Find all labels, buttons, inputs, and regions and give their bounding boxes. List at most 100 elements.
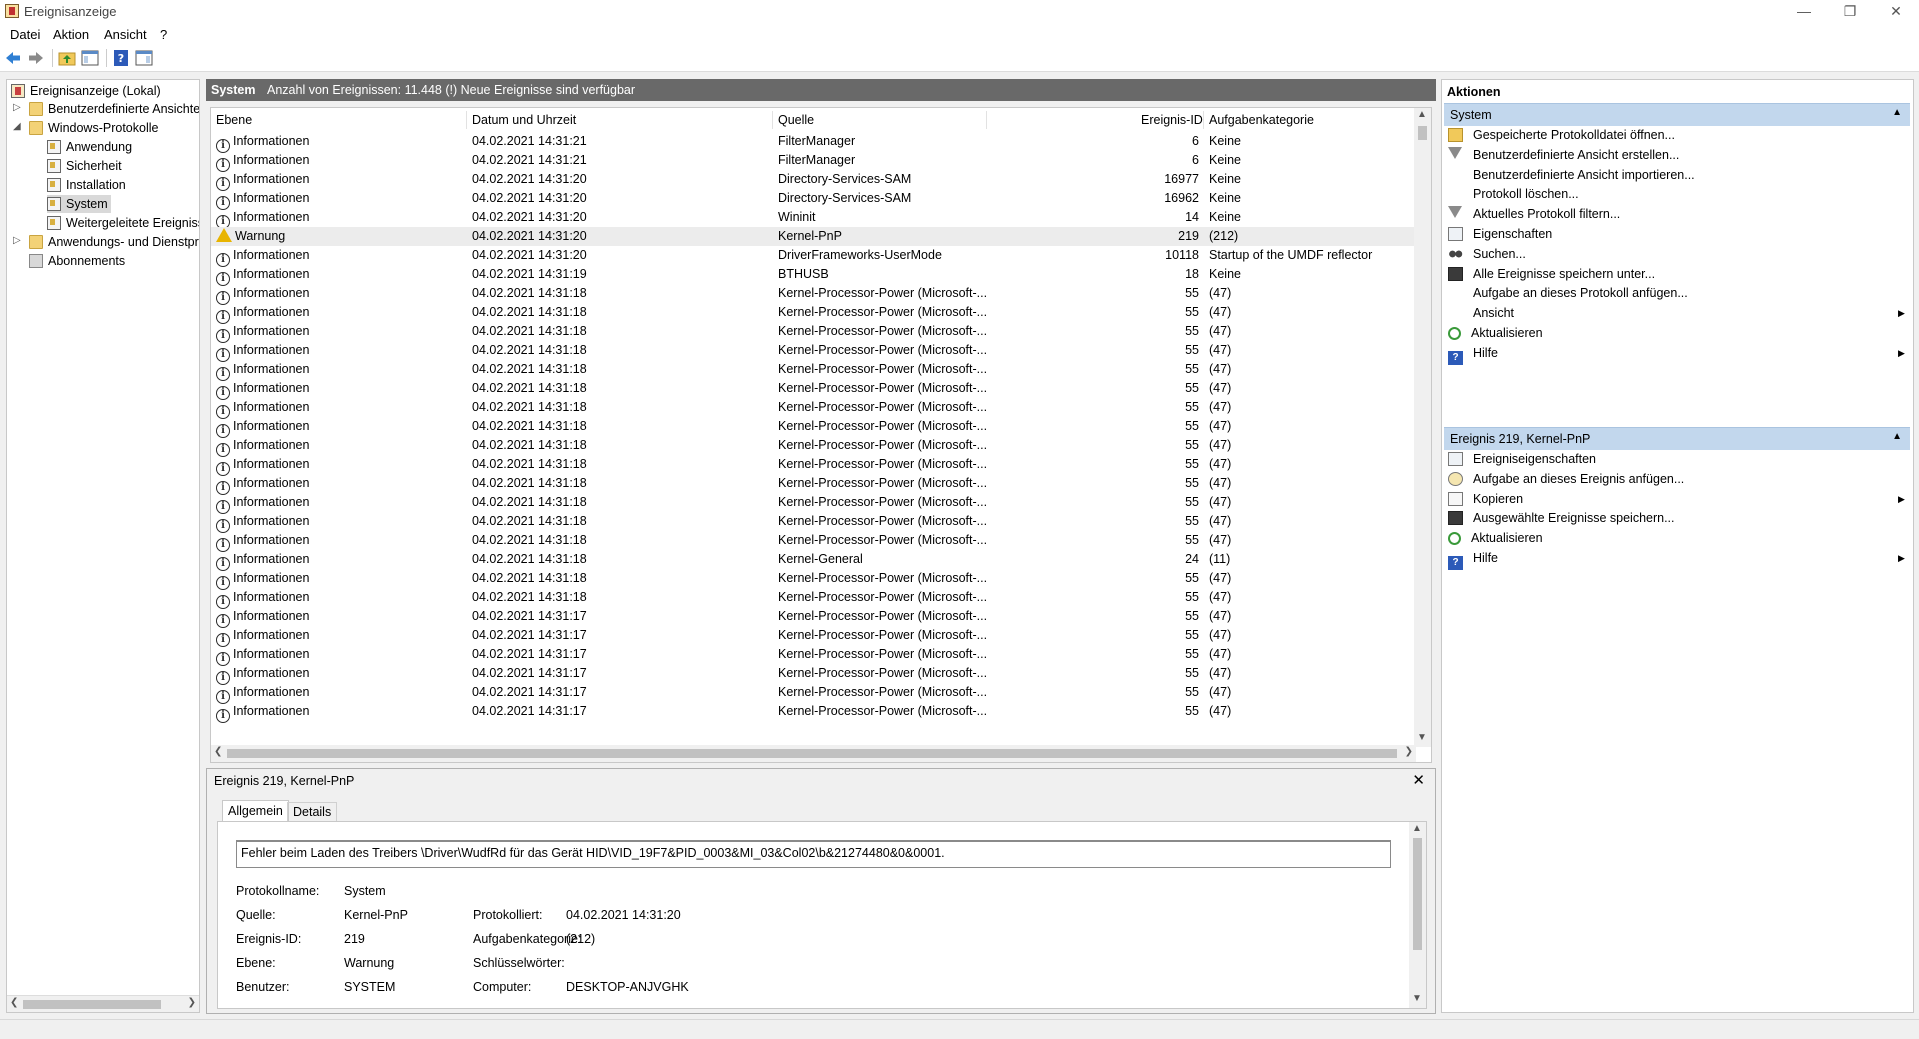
column-header-ebene[interactable]: Ebene xyxy=(216,113,252,127)
column-header-ereignis-id[interactable]: Ereignis-ID xyxy=(1141,113,1203,127)
table-row[interactable]: i Informationen 04.02.2021 14:31:18 Kernel-… xyxy=(211,284,1416,305)
action-item[interactable]: Aktualisieren xyxy=(1448,528,1543,548)
action-item[interactable]: Aufgabe an dieses Ereignis anfügen... xyxy=(1448,469,1684,489)
action-item[interactable]: Ansicht ▶ xyxy=(1448,303,1905,323)
menu-ansicht[interactable]: Ansicht xyxy=(104,27,147,42)
action-item[interactable]: Alle Ereignisse speichern unter... xyxy=(1448,264,1655,284)
table-row[interactable]: i Informationen 04.02.2021 14:31:18 Kernel-… xyxy=(211,417,1416,438)
scroll-left-icon[interactable]: ❮ xyxy=(10,997,18,1008)
table-row[interactable]: i Informationen 04.02.2021 14:31:18 Kernel-… xyxy=(211,360,1416,381)
chevron-right-icon[interactable]: ▷ xyxy=(13,102,21,113)
scroll-down-icon[interactable]: ▼ xyxy=(1412,993,1422,1004)
action-item[interactable]: Benutzerdefinierte Ansicht importieren..… xyxy=(1448,165,1695,185)
table-row[interactable]: Warnung 04.02.2021 14:31:20 Kernel-PnP 219 (… xyxy=(211,227,1416,246)
scrollbar-thumb[interactable] xyxy=(227,749,1397,758)
actions-section-system[interactable]: System ▲ xyxy=(1444,103,1910,126)
tree-item-root[interactable]: Ereignisanzeige (Lokal) xyxy=(11,82,161,100)
table-row[interactable]: i Informationen 04.02.2021 14:31:18 Kernel-… xyxy=(211,341,1416,362)
tree-item-sicherheit[interactable]: Sicherheit xyxy=(47,157,122,175)
restore-button[interactable]: ❐ xyxy=(1827,0,1873,24)
tree-item-subscriptions[interactable]: Abonnements xyxy=(29,252,125,270)
menu-datei[interactable]: Datei xyxy=(10,27,40,42)
action-item[interactable]: Kopieren ▶ xyxy=(1448,489,1905,509)
table-row[interactable]: i Informationen 04.02.2021 14:31:18 Kernel-… xyxy=(211,569,1416,590)
action-item[interactable]: Benutzerdefinierte Ansicht erstellen... xyxy=(1448,145,1679,165)
table-horizontal-scrollbar[interactable]: ❮ ❯ xyxy=(211,745,1416,762)
table-row[interactable]: i Informationen 04.02.2021 14:31:18 Kernel-… xyxy=(211,493,1416,514)
tree-item-app-services-logs[interactable]: Anwendungs- und Dienstprotokolle xyxy=(29,233,199,251)
table-row[interactable]: i Informationen 04.02.2021 14:31:18 Kernel-… xyxy=(211,379,1416,400)
table-row[interactable]: i Informationen 04.02.2021 14:31:18 Kernel-… xyxy=(211,512,1416,533)
action-item[interactable]: Ereigniseigenschaften xyxy=(1448,449,1596,469)
table-row[interactable]: i Informationen 04.02.2021 14:31:17 Kernel-… xyxy=(211,702,1416,723)
close-window-button[interactable]: ✕ xyxy=(1873,0,1919,24)
actions-section-event[interactable]: Ereignis 219, Kernel-PnP ▲ xyxy=(1444,427,1910,450)
column-divider[interactable] xyxy=(986,111,987,129)
help-icon[interactable]: ? xyxy=(112,49,130,67)
action-item[interactable]: Eigenschaften xyxy=(1448,224,1552,244)
action-item[interactable]: Aufgabe an dieses Protokoll anfügen... xyxy=(1448,283,1688,303)
detail-vertical-scrollbar[interactable]: ▲ ▼ xyxy=(1409,822,1426,1008)
action-item[interactable]: Suchen... xyxy=(1448,244,1526,264)
action-item[interactable]: Gespeicherte Protokolldatei öffnen... xyxy=(1448,125,1675,145)
table-row[interactable]: i Informationen 04.02.2021 14:31:18 Kernel-… xyxy=(211,531,1416,552)
table-row[interactable]: i Informationen 04.02.2021 14:31:21 FilterM… xyxy=(211,151,1416,172)
action-item[interactable]: Ausgewählte Ereignisse speichern... xyxy=(1448,508,1675,528)
minimize-button[interactable]: — xyxy=(1781,0,1827,24)
scroll-right-icon[interactable]: ❯ xyxy=(188,997,196,1008)
table-row[interactable]: i Informationen 04.02.2021 14:31:17 Kernel-… xyxy=(211,645,1416,666)
table-row[interactable]: i Informationen 04.02.2021 14:31:18 Kernel-… xyxy=(211,455,1416,476)
event-description[interactable]: Fehler beim Laden des Treibers \Driver\W… xyxy=(236,840,1391,868)
forward-arrow-icon[interactable] xyxy=(27,49,45,67)
action-item[interactable]: ? Hilfe ▶ xyxy=(1448,548,1905,570)
tree-item-forwarded-events[interactable]: Weitergeleitete Ereignisse xyxy=(47,214,199,232)
action-item[interactable]: Aktualisieren xyxy=(1448,323,1543,343)
tree-item-installation[interactable]: Installation xyxy=(47,176,126,194)
scroll-down-icon[interactable]: ▼ xyxy=(1417,732,1427,743)
table-row[interactable]: i Informationen 04.02.2021 14:31:20 Directo… xyxy=(211,170,1416,191)
chevron-down-icon[interactable]: ◢ xyxy=(13,121,21,132)
table-vertical-scrollbar[interactable]: ▲ ▼ xyxy=(1414,108,1431,747)
column-divider[interactable] xyxy=(1203,111,1204,129)
scrollbar-thumb[interactable] xyxy=(23,1000,161,1009)
menu-help[interactable]: ? xyxy=(160,27,167,42)
table-row[interactable]: i Informationen 04.02.2021 14:31:20 DriverF… xyxy=(211,246,1416,267)
action-item[interactable]: Aktuelles Protokoll filtern... xyxy=(1448,204,1620,224)
table-row[interactable]: i Informationen 04.02.2021 14:31:18 Kernel-… xyxy=(211,588,1416,609)
table-row[interactable]: i Informationen 04.02.2021 14:31:20 Directo… xyxy=(211,189,1416,210)
table-row[interactable]: i Informationen 04.02.2021 14:31:18 Kernel-… xyxy=(211,436,1416,457)
tree-item-anwendung[interactable]: Anwendung xyxy=(47,138,132,156)
back-arrow-icon[interactable] xyxy=(4,49,22,67)
chevron-right-icon[interactable]: ▷ xyxy=(13,235,21,246)
menu-aktion[interactable]: Aktion xyxy=(53,27,89,42)
column-divider[interactable] xyxy=(772,111,773,129)
show-hide-tree-icon[interactable] xyxy=(81,49,99,67)
column-divider[interactable] xyxy=(466,111,467,129)
scrollbar-thumb[interactable] xyxy=(1418,126,1427,140)
table-row[interactable]: i Informationen 04.02.2021 14:31:18 Kernel-… xyxy=(211,474,1416,495)
scroll-up-icon[interactable]: ▲ xyxy=(1417,109,1427,120)
show-hide-action-pane-icon[interactable] xyxy=(135,49,153,67)
tree-item-windows-logs[interactable]: Windows-Protokolle xyxy=(29,119,158,137)
table-row[interactable]: i Informationen 04.02.2021 14:31:21 FilterM… xyxy=(211,132,1416,153)
table-row[interactable]: i Informationen 04.02.2021 14:31:18 Kernel-… xyxy=(211,322,1416,343)
tree-horizontal-scrollbar[interactable]: ❮ ❯ xyxy=(7,995,199,1012)
table-row[interactable]: i Informationen 04.02.2021 14:31:17 Kernel-… xyxy=(211,664,1416,685)
action-item[interactable]: Protokoll löschen... xyxy=(1448,184,1579,204)
column-header-quelle[interactable]: Quelle xyxy=(778,113,814,127)
column-header-datum[interactable]: Datum und Uhrzeit xyxy=(472,113,576,127)
table-row[interactable]: i Informationen 04.02.2021 14:31:19 BTHUSB 1… xyxy=(211,265,1416,286)
scroll-up-icon[interactable]: ▲ xyxy=(1412,823,1422,834)
table-row[interactable]: i Informationen 04.02.2021 14:31:18 Kernel-… xyxy=(211,398,1416,419)
table-row[interactable]: i Informationen 04.02.2021 14:31:17 Kernel-… xyxy=(211,607,1416,628)
table-row[interactable]: i Informationen 04.02.2021 14:31:20 Wininit… xyxy=(211,208,1416,229)
column-header-aufgabenkategorie[interactable]: Aufgabenkategorie xyxy=(1209,113,1314,127)
tree-item-system[interactable]: System xyxy=(47,195,111,213)
tree-item-custom-views[interactable]: Benutzerdefinierte Ansichten xyxy=(29,100,199,118)
scroll-right-icon[interactable]: ❯ xyxy=(1405,746,1413,757)
tab-details[interactable]: Details xyxy=(287,802,338,822)
collapse-icon[interactable]: ▲ xyxy=(1892,431,1902,442)
scroll-left-icon[interactable]: ❮ xyxy=(214,746,222,757)
up-folder-icon[interactable] xyxy=(58,49,76,67)
scrollbar-thumb[interactable] xyxy=(1413,838,1422,950)
